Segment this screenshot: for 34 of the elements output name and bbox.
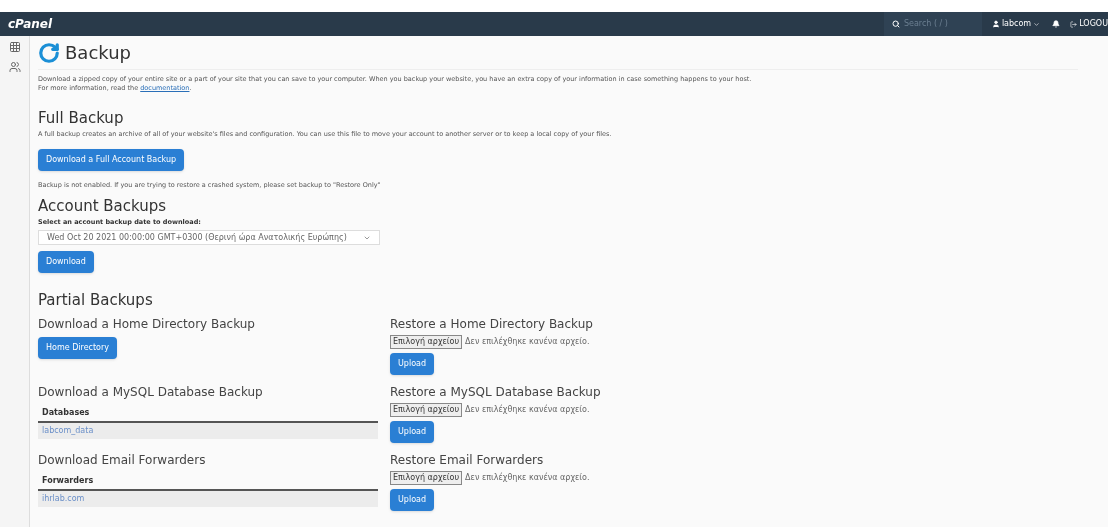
section-heading: Download Email Forwarders bbox=[38, 451, 207, 469]
file-status: Δεν επιλέχθηκε κανένα αρχείο. bbox=[465, 471, 590, 484]
logout-icon bbox=[1070, 20, 1078, 28]
logo: cPanel bbox=[8, 16, 53, 33]
bell-icon[interactable] bbox=[1052, 20, 1061, 28]
page-title: Backup bbox=[65, 41, 131, 65]
backup-icon bbox=[38, 41, 60, 64]
backup-date-select[interactable]: Wed Oct 20 2021 00:00:00 GMT+0300 (Θερινή ώρα Ανατολικής Ευρώπης) bbox=[38, 230, 380, 246]
home-directory-button[interactable]: Home Directory bbox=[38, 336, 118, 359]
caret-icon bbox=[1033, 20, 1041, 28]
upload-button[interactable]: Upload bbox=[390, 352, 435, 375]
section-heading: Restore a MySQL Database Backup bbox=[390, 383, 601, 401]
search-icon bbox=[891, 20, 900, 28]
full-backup-button[interactable]: Download a Full Account Backup bbox=[38, 149, 185, 172]
logout-link[interactable]: LOGOU bbox=[1070, 18, 1108, 30]
grid-icon[interactable] bbox=[8, 41, 21, 53]
user-icon bbox=[991, 20, 1000, 28]
user-menu[interactable]: labcom bbox=[991, 18, 1041, 30]
upload-button[interactable]: Upload bbox=[390, 488, 435, 511]
file-status: Δεν επιλέχθηκε κανένα αρχείο. bbox=[465, 335, 590, 348]
section-heading: Restore a Home Directory Backup bbox=[390, 315, 594, 333]
users-icon[interactable] bbox=[8, 61, 21, 73]
choose-file-button[interactable]: Επιλογή αρχείου bbox=[390, 402, 463, 417]
download-button[interactable]: Download bbox=[38, 251, 94, 274]
choose-file-button[interactable]: Επιλογή αρχείου bbox=[390, 334, 463, 349]
section-heading: Partial Backups bbox=[38, 290, 154, 312]
section-heading: Download a Home Directory Backup bbox=[38, 315, 256, 333]
upload-button[interactable]: Upload bbox=[390, 420, 435, 443]
section-heading: Restore Email Forwarders bbox=[390, 451, 545, 469]
choose-file-button[interactable]: Επιλογή αρχείου bbox=[390, 470, 463, 485]
section-heading: Account Backups bbox=[38, 196, 168, 217]
section-heading: Full Backup bbox=[38, 108, 125, 129]
file-status: Δεν επιλέχθηκε κανένα αρχείο. bbox=[465, 403, 590, 416]
section-heading: Download a MySQL Database Backup bbox=[38, 383, 264, 401]
